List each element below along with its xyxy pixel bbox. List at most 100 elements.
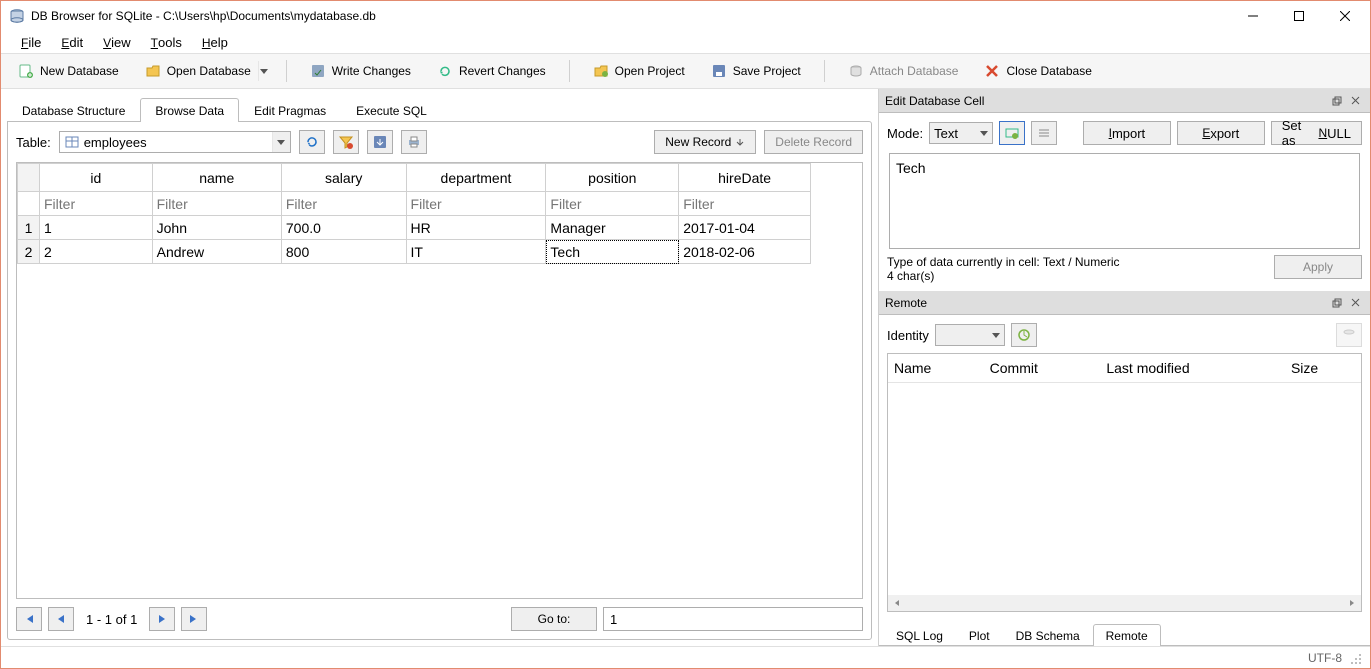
column-filter-input[interactable] bbox=[153, 193, 281, 215]
column-header[interactable]: id bbox=[40, 164, 153, 192]
identity-selector[interactable] bbox=[935, 324, 1005, 346]
tab-sql-log[interactable]: SQL Log bbox=[883, 624, 956, 646]
cell[interactable]: 1 bbox=[40, 216, 153, 240]
menu-view[interactable]: View bbox=[93, 33, 141, 52]
open-database-button[interactable]: Open Database bbox=[138, 60, 258, 82]
attach-database-button[interactable]: Attach Database bbox=[841, 60, 966, 82]
table-selector[interactable]: employees bbox=[59, 131, 291, 153]
delete-record-button[interactable]: Delete Record bbox=[764, 130, 863, 154]
close-button[interactable] bbox=[1322, 1, 1368, 31]
column-filter-input[interactable] bbox=[679, 193, 810, 215]
remote-column-header[interactable]: Commit bbox=[984, 354, 1101, 382]
save-table-button[interactable] bbox=[367, 130, 393, 154]
resize-grip-icon[interactable] bbox=[1348, 651, 1362, 665]
close-database-button[interactable]: Close Database bbox=[977, 60, 1098, 82]
cell-meta: Type of data currently in cell: Text / N… bbox=[887, 255, 1266, 283]
tab-database-structure[interactable]: Database Structure bbox=[7, 98, 140, 122]
pager-next-button[interactable] bbox=[149, 607, 175, 631]
tab-label: DB Schema bbox=[1016, 629, 1080, 643]
table-row[interactable]: 11John700.0HRManager2017-01-04 bbox=[18, 216, 811, 240]
browse-panel: Table: employees New Record Delete Recor… bbox=[7, 121, 872, 640]
remote-refresh-button[interactable] bbox=[1011, 323, 1037, 347]
refresh-button[interactable] bbox=[299, 130, 325, 154]
open-database-dropdown[interactable] bbox=[258, 61, 270, 81]
menu-tools[interactable]: Tools bbox=[141, 33, 192, 52]
cell[interactable]: John bbox=[152, 216, 281, 240]
menubar: File Edit View Tools Help bbox=[1, 31, 1370, 53]
save-project-button[interactable]: Save Project bbox=[704, 60, 808, 82]
cell[interactable]: HR bbox=[406, 216, 546, 240]
new-database-label: New Database bbox=[40, 64, 119, 78]
column-filter-input[interactable] bbox=[407, 193, 546, 215]
column-filter-input[interactable] bbox=[282, 193, 406, 215]
goto-button[interactable]: Go to: bbox=[511, 607, 597, 631]
column-filter-input[interactable] bbox=[40, 193, 152, 215]
dock-float-button[interactable] bbox=[1328, 92, 1346, 110]
set-as-null-button[interactable]: Set as NULL bbox=[1271, 121, 1362, 145]
remote-dock: Remote Identity bbox=[879, 291, 1370, 646]
remote-push-button[interactable] bbox=[1336, 323, 1362, 347]
dock-close-button[interactable] bbox=[1346, 92, 1364, 110]
tab-db-schema[interactable]: DB Schema bbox=[1003, 624, 1093, 646]
scroll-left-icon[interactable] bbox=[890, 596, 904, 610]
scroll-right-icon[interactable] bbox=[1345, 596, 1359, 610]
remote-body: Identity NameCommitLast modifiedSize bbox=[879, 315, 1370, 620]
dock-close-button[interactable] bbox=[1346, 294, 1364, 312]
menu-file[interactable]: File bbox=[11, 33, 51, 52]
minimize-button[interactable] bbox=[1230, 1, 1276, 31]
pager-first-button[interactable] bbox=[16, 607, 42, 631]
column-header[interactable]: position bbox=[546, 164, 679, 192]
cell[interactable]: Tech bbox=[546, 240, 679, 264]
pager-last-button[interactable] bbox=[181, 607, 207, 631]
column-header[interactable]: salary bbox=[281, 164, 406, 192]
remote-scrollbar[interactable] bbox=[888, 595, 1361, 611]
column-header[interactable]: hireDate bbox=[679, 164, 811, 192]
data-grid[interactable]: idnamesalarydepartmentpositionhireDate 11… bbox=[16, 162, 863, 599]
new-record-button[interactable]: New Record bbox=[654, 130, 756, 154]
menu-help[interactable]: Help bbox=[192, 33, 238, 52]
tab-execute-sql[interactable]: Execute SQL bbox=[341, 98, 442, 122]
cell[interactable]: IT bbox=[406, 240, 546, 264]
remote-table[interactable]: NameCommitLast modifiedSize bbox=[887, 353, 1362, 612]
apply-button[interactable]: Apply bbox=[1274, 255, 1362, 279]
import-button[interactable]: Import bbox=[1083, 121, 1171, 145]
print-button[interactable] bbox=[401, 130, 427, 154]
titlebar: DB Browser for SQLite - C:\Users\hp\Docu… bbox=[1, 1, 1370, 31]
cell[interactable]: Andrew bbox=[152, 240, 281, 264]
cell[interactable]: 2017-01-04 bbox=[679, 216, 811, 240]
tab-browse-data[interactable]: Browse Data bbox=[140, 98, 239, 122]
new-database-button[interactable]: New Database bbox=[11, 60, 126, 82]
export-button[interactable]: Export bbox=[1177, 121, 1265, 145]
tab-label: SQL Log bbox=[896, 629, 943, 643]
cell[interactable]: 700.0 bbox=[281, 216, 406, 240]
remote-column-header[interactable]: Name bbox=[888, 354, 984, 382]
menu-edit[interactable]: Edit bbox=[51, 33, 93, 52]
write-changes-button[interactable]: Write Changes bbox=[303, 60, 418, 82]
edit-cell-tool1-button[interactable] bbox=[999, 121, 1025, 145]
revert-changes-button[interactable]: Revert Changes bbox=[430, 60, 553, 82]
cell[interactable]: Manager bbox=[546, 216, 679, 240]
cell[interactable]: 2018-02-06 bbox=[679, 240, 811, 264]
cell[interactable]: 2 bbox=[40, 240, 153, 264]
edit-cell-tool2-button[interactable] bbox=[1031, 121, 1057, 145]
cell-editor[interactable]: Tech bbox=[889, 153, 1360, 249]
tab-plot[interactable]: Plot bbox=[956, 624, 1003, 646]
table-row[interactable]: 22Andrew800ITTech2018-02-06 bbox=[18, 240, 811, 264]
column-header[interactable]: department bbox=[406, 164, 546, 192]
cell[interactable]: 800 bbox=[281, 240, 406, 264]
new-database-icon bbox=[18, 63, 34, 79]
tab-remote[interactable]: Remote bbox=[1093, 624, 1161, 646]
column-header[interactable]: name bbox=[152, 164, 281, 192]
remote-column-header[interactable]: Last modified bbox=[1100, 354, 1285, 382]
mode-selector[interactable]: Text bbox=[929, 122, 993, 144]
maximize-button[interactable] bbox=[1276, 1, 1322, 31]
remote-column-header[interactable]: Size bbox=[1285, 354, 1361, 382]
open-project-button[interactable]: Open Project bbox=[586, 60, 692, 82]
column-filter-input[interactable] bbox=[546, 193, 678, 215]
tab-edit-pragmas[interactable]: Edit Pragmas bbox=[239, 98, 341, 122]
write-changes-icon bbox=[310, 63, 326, 79]
pager-prev-button[interactable] bbox=[48, 607, 74, 631]
clear-filters-button[interactable] bbox=[333, 130, 359, 154]
dock-float-button[interactable] bbox=[1328, 294, 1346, 312]
goto-input[interactable] bbox=[603, 607, 863, 631]
